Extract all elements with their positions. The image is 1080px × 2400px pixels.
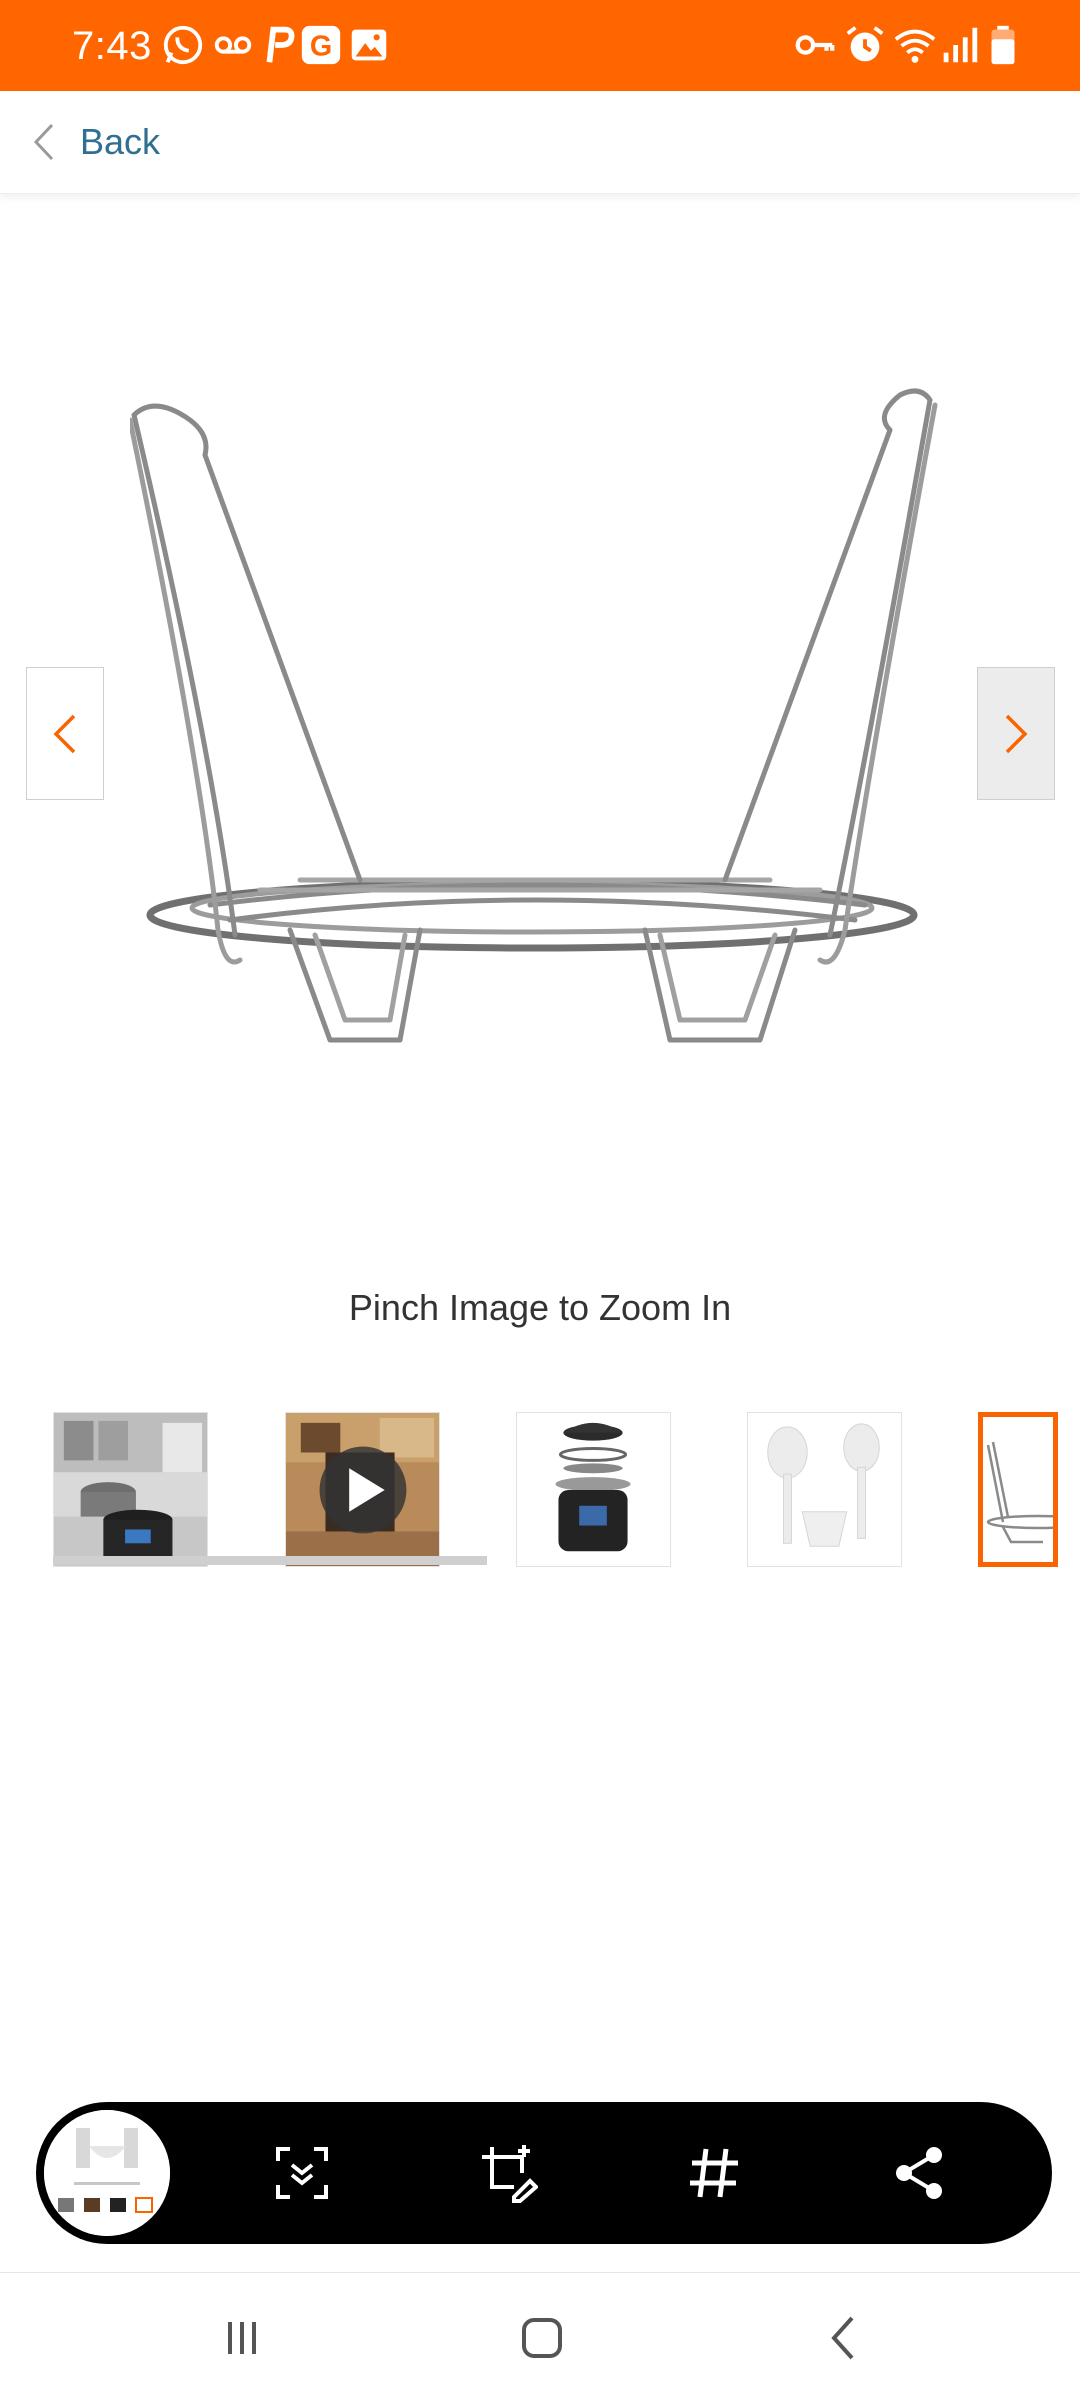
system-navigation-bar (0, 2272, 1080, 2400)
screenshot-toolbar (36, 2102, 1052, 2244)
g-app-icon: G (298, 22, 344, 68)
smart-select-button[interactable] (264, 2135, 340, 2211)
share-icon (896, 2147, 942, 2199)
video-thumbnail[interactable] (285, 1412, 440, 1567)
back-button[interactable]: Back (24, 109, 160, 175)
next-image-button[interactable] (977, 667, 1055, 800)
zoom-hint: Pinch Image to Zoom In (348, 1287, 732, 1328)
utensils-thumbnail[interactable] (747, 1412, 902, 1567)
steam-rack-thumbnail[interactable] (978, 1412, 1058, 1567)
screenshot-preview[interactable] (44, 2110, 170, 2236)
chevron-left-icon (33, 123, 54, 161)
recent-apps-icon (228, 2322, 256, 2354)
kitchen-scene-thumbnail[interactable] (53, 1412, 208, 1567)
vpn-key-icon (792, 22, 838, 68)
pressure-cooker-exploded-thumbnail[interactable] (516, 1412, 671, 1567)
back-icon (831, 2316, 854, 2360)
status-time: 7:43 (72, 24, 152, 68)
crop-edit-icon (482, 2145, 538, 2203)
signal-icon (936, 22, 982, 68)
whatsapp-icon (160, 22, 206, 68)
svg-text:G: G (310, 31, 332, 63)
p-app-icon (256, 22, 302, 68)
previous-image-button[interactable] (26, 667, 104, 800)
home-icon (522, 2318, 562, 2358)
chevron-right-icon (1005, 714, 1028, 753)
alarm-icon (842, 22, 888, 68)
recent-apps-button[interactable] (202, 2303, 282, 2373)
header: Back (0, 91, 1080, 194)
system-back-button[interactable] (804, 2303, 884, 2373)
share-button[interactable] (882, 2135, 958, 2211)
voicemail-icon (210, 22, 256, 68)
video-progress-bar (53, 1556, 487, 1565)
hashtag-icon (690, 2148, 738, 2198)
crop-edit-button[interactable] (470, 2135, 546, 2211)
wifi-icon (892, 22, 938, 68)
back-label: Back (80, 121, 161, 162)
chevron-left-icon (53, 714, 76, 753)
battery-icon (980, 22, 1026, 68)
product-image[interactable] (127, 360, 950, 1080)
hashtag-button[interactable] (676, 2135, 752, 2211)
smart-select-icon (276, 2147, 328, 2199)
home-button[interactable] (502, 2303, 582, 2373)
gallery-icon (346, 22, 392, 68)
status-bar: 7:43 G (0, 0, 1080, 91)
